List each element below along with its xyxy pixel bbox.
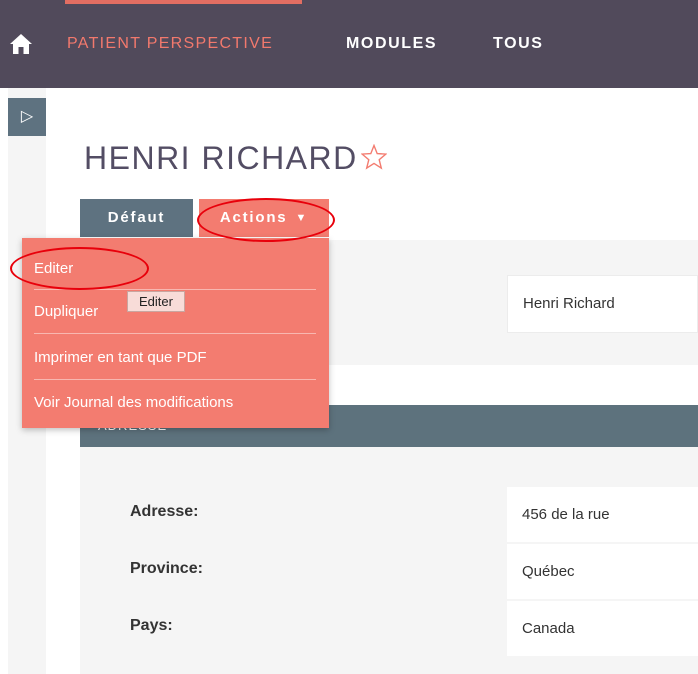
home-icon[interactable] [9, 33, 33, 55]
nav-modules[interactable]: MODULES [346, 33, 437, 55]
name-field-value: Henri Richard [507, 275, 698, 333]
sidebar-toggle-button[interactable]: ▷ [8, 98, 46, 136]
province-label: Province: [130, 560, 203, 577]
menu-divider [34, 333, 316, 334]
address-value: 456 de la rue [507, 487, 698, 542]
page-title: HENRI RICHARD [84, 140, 358, 176]
country-value: Canada [507, 601, 698, 656]
menu-item-change-log[interactable]: Voir Journal des modifications [34, 393, 233, 413]
edit-highlight-circle [10, 247, 149, 290]
province-value: Québec [507, 544, 698, 599]
tab-default[interactable]: Défaut [80, 199, 193, 237]
star-outline-icon[interactable] [361, 144, 387, 170]
top-navbar: PATIENT PERSPECTIVE MODULES TOUS [0, 0, 698, 88]
play-triangle-icon: ▷ [20, 108, 34, 125]
active-indicator [65, 0, 302, 4]
address-label: Adresse: [130, 503, 199, 520]
tab-default-label: Défaut [107, 209, 166, 226]
nav-all[interactable]: TOUS [493, 33, 544, 55]
country-label: Pays: [130, 617, 173, 634]
menu-item-print-pdf[interactable]: Imprimer en tant que PDF [34, 348, 207, 368]
nav-patient-perspective[interactable]: PATIENT PERSPECTIVE [67, 33, 273, 55]
actions-highlight-circle [197, 198, 335, 242]
menu-item-duplicate[interactable]: Dupliquer [34, 302, 98, 322]
edit-tooltip: Editer [127, 291, 185, 312]
menu-divider [34, 379, 316, 380]
